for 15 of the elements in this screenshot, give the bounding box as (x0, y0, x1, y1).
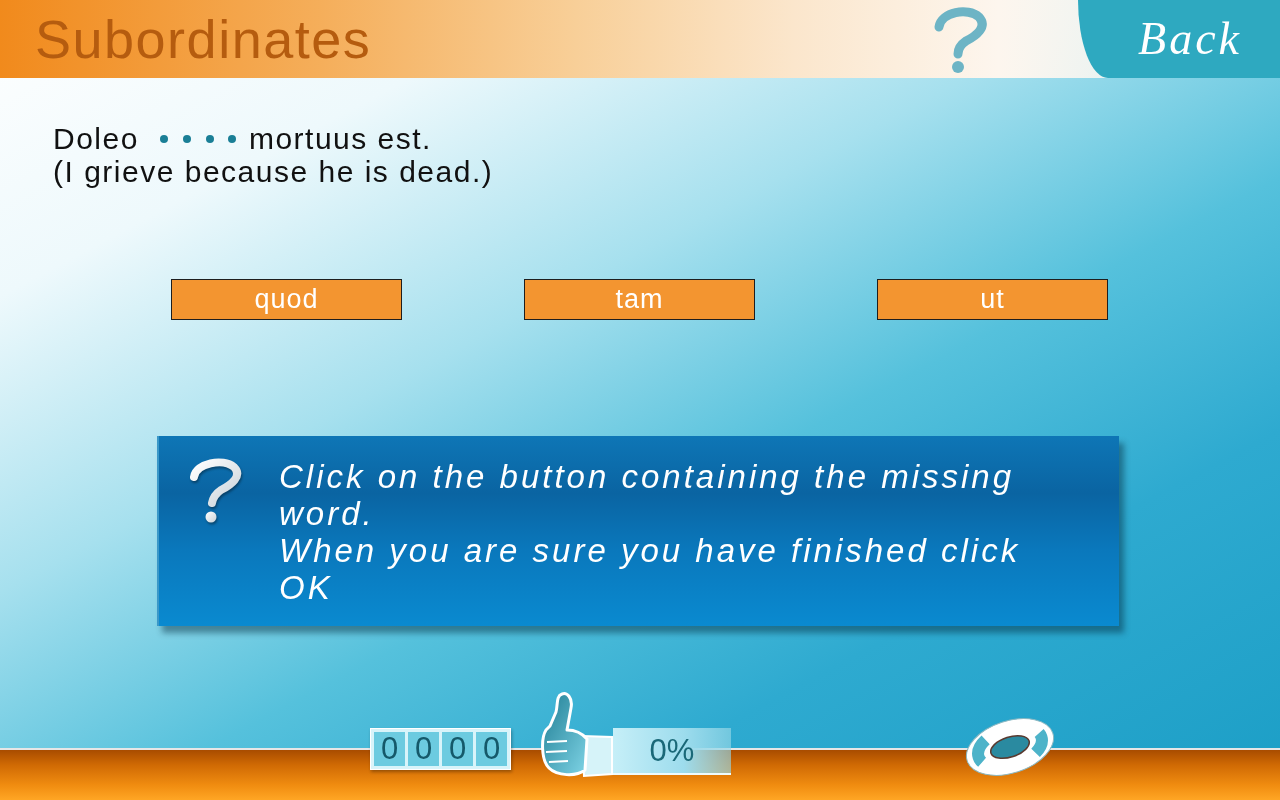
score-percent: 0% (613, 728, 731, 775)
score-digit: 0 (408, 732, 439, 766)
score-digit: 0 (374, 732, 405, 766)
instruction-text: Click on the button containing the missing word. (279, 458, 1016, 532)
instruction-text: When you are sure you have finished click OK (279, 532, 1022, 606)
answer-option-button[interactable]: ut (877, 279, 1108, 320)
translation-text: (I grieve because he is dead.) (53, 155, 494, 188)
back-button[interactable]: Back (1078, 0, 1280, 78)
score-digit: 0 (442, 732, 473, 766)
answer-option-button[interactable]: tam (524, 279, 755, 320)
sentence-text: mortuus est. (248, 122, 432, 155)
score-digit: 0 (476, 732, 507, 766)
sentence-text: Doleo (53, 122, 139, 155)
page-title: Subordinates (35, 12, 373, 66)
answer-option-button[interactable]: quod (171, 279, 402, 320)
